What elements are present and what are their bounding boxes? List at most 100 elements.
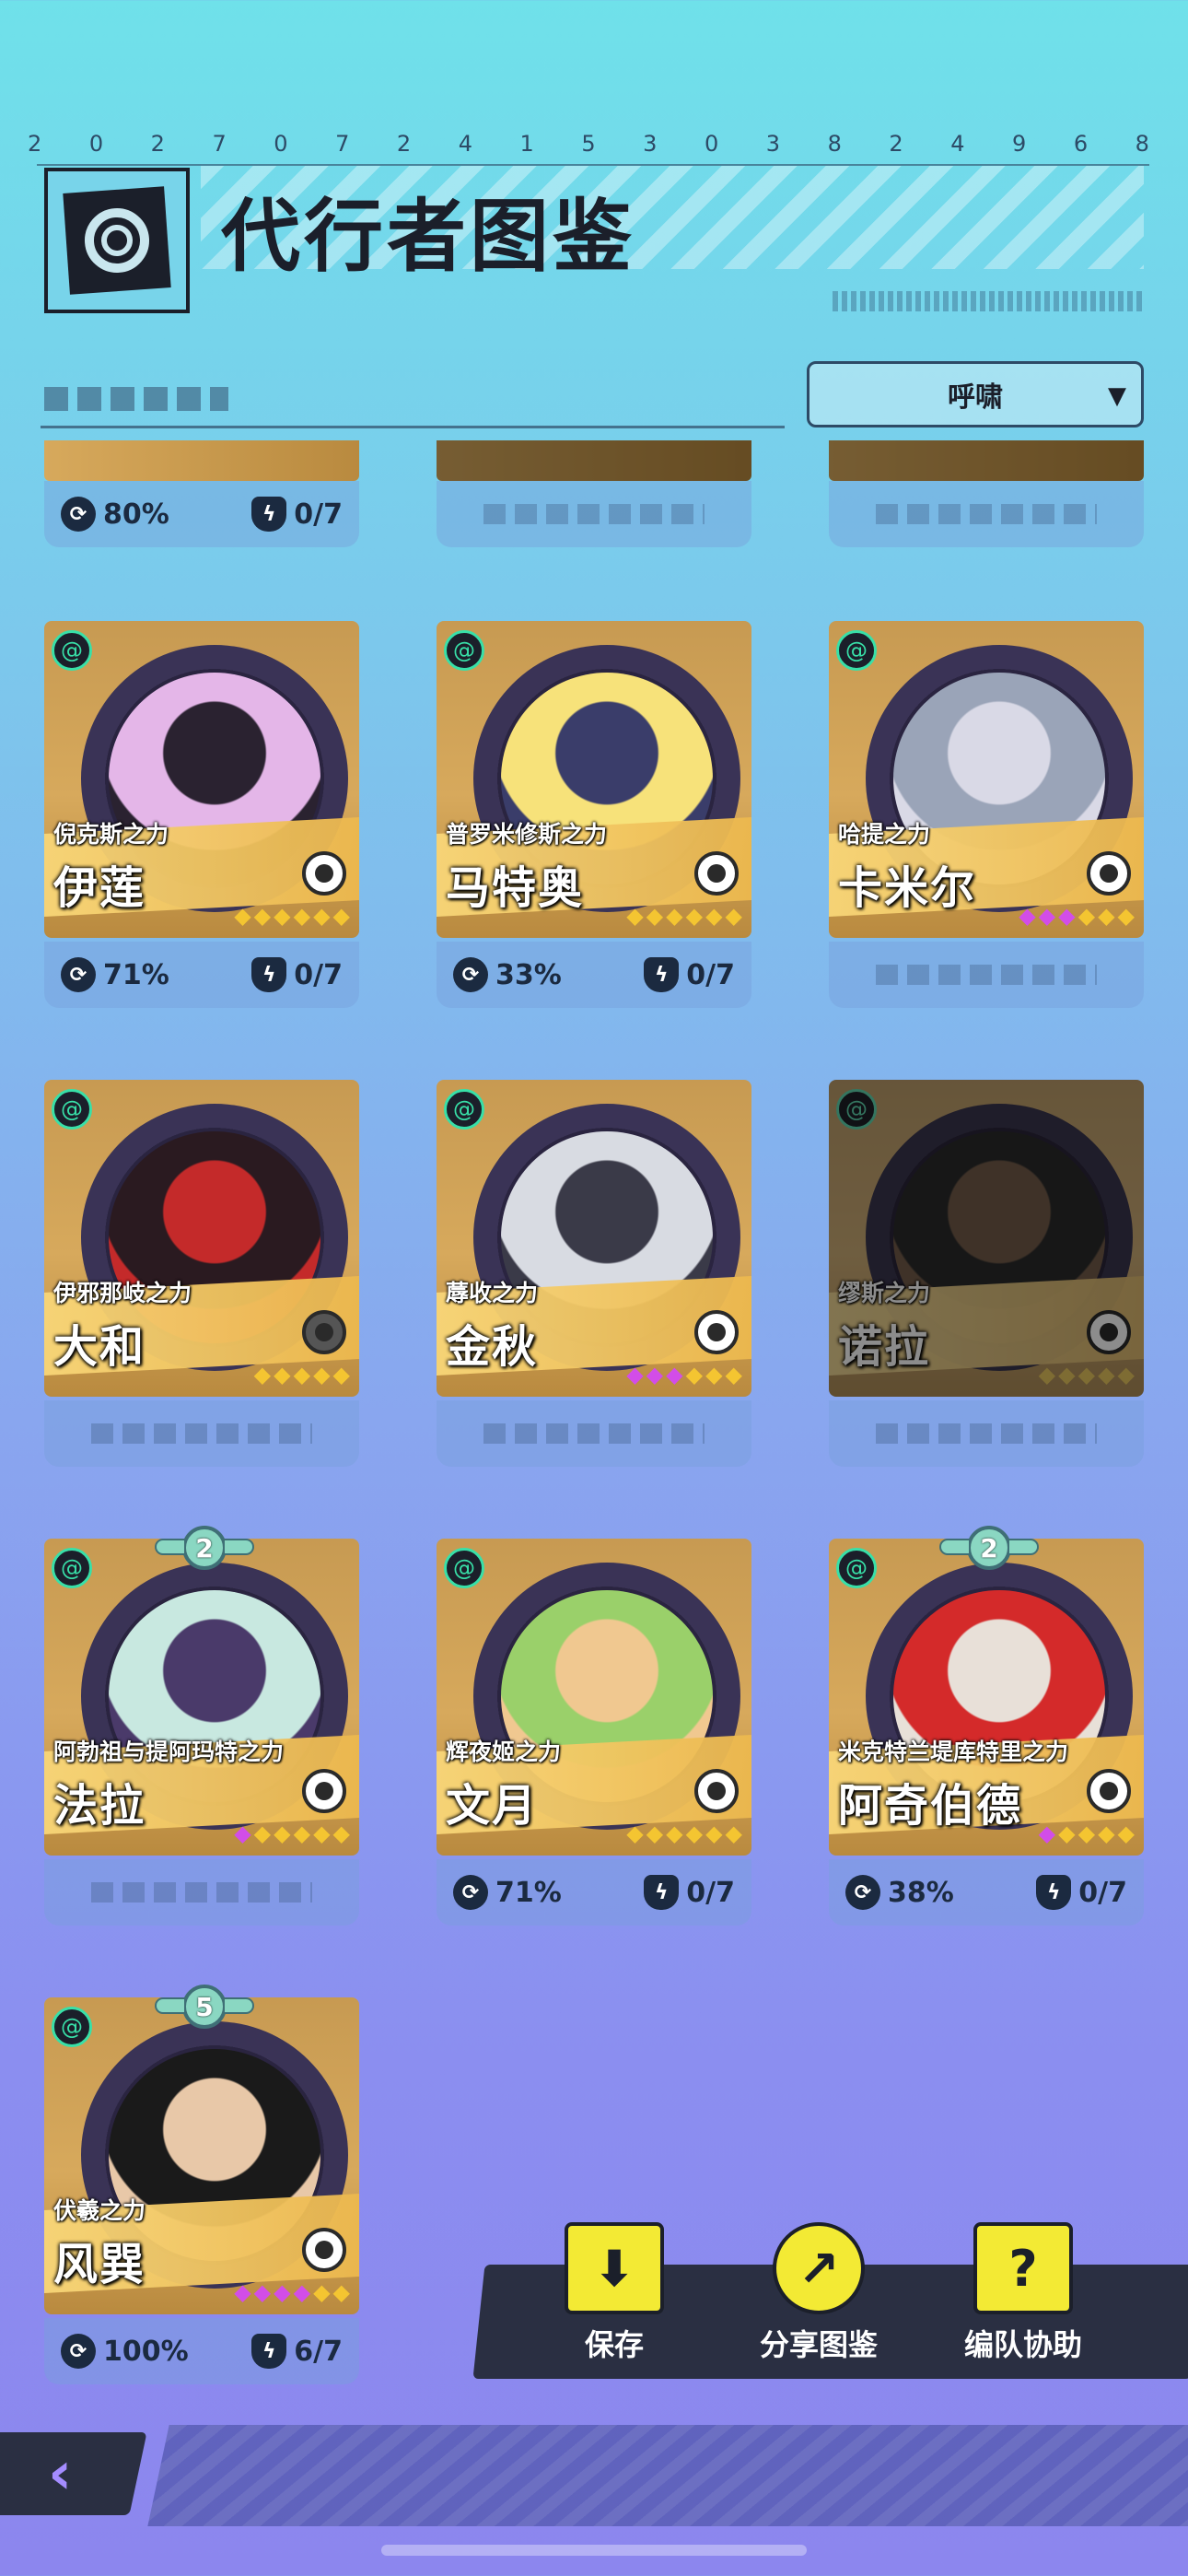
collect-rate: 80%: [103, 498, 169, 531]
gold-star-icon: ◆: [293, 1362, 311, 1388]
home-indicator[interactable]: [381, 2545, 807, 2556]
gold-star-icon: ◆: [1098, 1362, 1115, 1388]
serial-digit: 0: [274, 131, 290, 157]
gold-star-icon: ◆: [725, 1821, 742, 1846]
collect-count: 0/7: [686, 1876, 735, 1909]
locked-placeholder: [91, 1882, 312, 1903]
gold-star-icon: ◆: [666, 903, 683, 929]
purple-star-icon: ◆: [666, 1362, 683, 1388]
rank-badge: 2: [939, 1526, 1039, 1570]
purple-star-icon: ◆: [626, 1362, 644, 1388]
card-stats: ⟳ 71% ϟ 0/7: [437, 1859, 751, 1926]
locked-placeholder: [91, 1423, 312, 1444]
purple-star-icon: ◆: [1038, 1821, 1056, 1846]
agent-card[interactable]: @ 缪斯之力 诺拉 ◆ ◆ ◆ ◆ ◆: [829, 1080, 1144, 1467]
rank-badge: 2: [155, 1526, 254, 1570]
gold-star-icon: ◆: [685, 1362, 704, 1388]
gold-star-icon: ◆: [293, 903, 311, 929]
agent-portrait-frame: @ 伏羲之力 风巽 ◆ ◆ ◆ ◆ ◆ ◆: [44, 1997, 359, 2314]
serial-digit: 4: [950, 131, 967, 157]
gold-star-icon: ◆: [1077, 1362, 1096, 1388]
star-rating: ◆ ◆ ◆ ◆ ◆ ◆: [626, 1822, 742, 1844]
gold-star-icon: ◆: [274, 1821, 291, 1846]
agent-portrait-frame: @ 蓐收之力 金秋 ◆ ◆ ◆ ◆ ◆ ◆: [437, 1080, 751, 1397]
agent-power: 缪斯之力: [838, 1280, 931, 1306]
serial-digit: 2: [396, 131, 413, 157]
gold-star-icon: ◆: [274, 903, 291, 929]
rank-badge: 5: [155, 1985, 254, 2029]
agent-card[interactable]: 2 @ 阿勃祖与提阿玛特之力 法拉 ◆ ◆ ◆ ◆ ◆ ◆: [44, 1526, 359, 1926]
agent-card[interactable]: 2 @ 米克特兰堤库特里之力 阿奇伯德 ◆ ◆ ◆ ◆ ◆ ⟳ 38% ϟ 0/7: [829, 1526, 1144, 1926]
agent-name: 卡米尔: [838, 862, 977, 914]
agent-name: 金秋: [446, 1321, 539, 1373]
gold-star-icon: ◆: [234, 903, 251, 929]
agent-portrait-frame: @ 伊邪那岐之力 大和 ◆ ◆ ◆ ◆ ◆: [44, 1080, 359, 1397]
progress-ring-icon: ⟳: [61, 2334, 96, 2369]
agent-name: 风巽: [53, 2239, 146, 2290]
wheel-icon: [302, 1310, 346, 1354]
chevron-down-icon: ▼: [1108, 382, 1126, 410]
agent-card[interactable]: @ 普罗米修斯之力 马特奥 ◆ ◆ ◆ ◆ ◆ ◆ ⟳ 33% ϟ 0/7: [437, 621, 751, 1008]
agent-card[interactable]: 5 @ 伏羲之力 风巽 ◆ ◆ ◆ ◆ ◆ ◆ ⟳ 100% ϟ 6/7: [44, 1985, 359, 2384]
purple-star-icon: ◆: [234, 2279, 251, 2305]
wind-spiral-icon: @: [836, 1548, 877, 1588]
gold-star-icon: ◆: [1077, 1821, 1096, 1846]
card-partial-3[interactable]: [829, 440, 1144, 549]
collect-count: 0/7: [686, 958, 735, 991]
agent-card[interactable]: @ 辉夜姬之力 文月 ◆ ◆ ◆ ◆ ◆ ◆ ⟳ 71% ϟ 0/7: [437, 1539, 751, 1926]
cards-question-icon: ?: [973, 2222, 1073, 2314]
agent-portrait-frame: @ 普罗米修斯之力 马特奥 ◆ ◆ ◆ ◆ ◆ ◆: [437, 621, 751, 938]
agent-card[interactable]: @ 伊邪那岐之力 大和 ◆ ◆ ◆ ◆ ◆: [44, 1080, 359, 1467]
card-partial-2[interactable]: [437, 440, 751, 549]
gold-star-icon: ◆: [705, 903, 723, 929]
share-codex-button[interactable]: ↗ 分享图鉴: [740, 2222, 897, 2364]
purple-star-icon: ◆: [234, 1821, 251, 1846]
team-assist-button[interactable]: ? 编队协助: [945, 2222, 1101, 2364]
back-button[interactable]: ‹: [0, 2432, 147, 2515]
serial-digit: 0: [88, 131, 106, 157]
collect-rate: 71%: [103, 958, 169, 991]
gold-star-icon: ◆: [685, 903, 704, 929]
gold-star-icon: ◆: [666, 1821, 683, 1846]
agent-name: 阿奇伯德: [838, 1780, 1023, 1832]
gold-star-icon: ◆: [1117, 1362, 1135, 1388]
gold-star-icon: ◆: [1098, 1821, 1115, 1846]
agent-card[interactable]: @ 蓐收之力 金秋 ◆ ◆ ◆ ◆ ◆ ◆: [437, 1080, 751, 1467]
pixel-deco: [44, 387, 228, 411]
agent-name: 诺拉: [838, 1321, 931, 1373]
agent-power: 米克特兰堤库特里之力: [838, 1739, 1069, 1765]
progress-ring-icon: ⟳: [453, 957, 488, 992]
agent-name: 伊莲: [53, 862, 146, 914]
collect-count: 6/7: [294, 2335, 343, 2368]
wind-spiral-icon: @: [836, 1089, 877, 1130]
serial-digit: 3: [765, 131, 783, 157]
collect-rate: 38%: [888, 1876, 954, 1909]
agent-portrait-frame: @ 阿勃祖与提阿玛特之力 法拉 ◆ ◆ ◆ ◆ ◆ ◆: [44, 1539, 359, 1856]
serial-digit: 2: [28, 131, 44, 157]
wheel-icon: [1087, 851, 1131, 896]
download-folder-icon: ⬇: [565, 2222, 664, 2314]
serial-digit: 8: [827, 131, 844, 157]
title-barcode-deco: [833, 291, 1146, 311]
gold-star-icon: ◆: [253, 1362, 272, 1388]
wheel-icon: [694, 1769, 739, 1813]
serial-digit: 3: [643, 131, 659, 157]
gold-star-icon: ◆: [685, 1821, 704, 1846]
card-partial-1[interactable]: ⟳ 80% ϟ 0/7: [44, 440, 359, 549]
shield-bolt-icon: ϟ: [644, 1875, 680, 1910]
serial-digit: 1: [519, 131, 536, 157]
agent-power: 伊邪那岐之力: [53, 1280, 192, 1306]
card-stats: ⟳ 71% ϟ 0/7: [44, 942, 359, 1008]
gold-star-icon: ◆: [626, 1821, 644, 1846]
agent-power: 蓐收之力: [446, 1280, 539, 1306]
collect-count: 0/7: [294, 958, 343, 991]
gold-star-icon: ◆: [332, 1362, 350, 1388]
agent-card[interactable]: @ 倪克斯之力 伊莲 ◆ ◆ ◆ ◆ ◆ ◆ ⟳ 71% ϟ 0/7: [44, 621, 359, 1008]
gold-star-icon: ◆: [253, 1821, 272, 1846]
save-button[interactable]: ⬇ 保存: [536, 2222, 693, 2364]
filter-dropdown[interactable]: 呼啸 ▼: [807, 361, 1144, 427]
purple-star-icon: ◆: [1019, 903, 1036, 929]
wind-spiral-icon: @: [444, 1089, 484, 1130]
agent-card[interactable]: @ 哈提之力 卡米尔 ◆ ◆ ◆ ◆ ◆ ◆: [829, 621, 1144, 1008]
wheel-icon: [302, 1769, 346, 1813]
